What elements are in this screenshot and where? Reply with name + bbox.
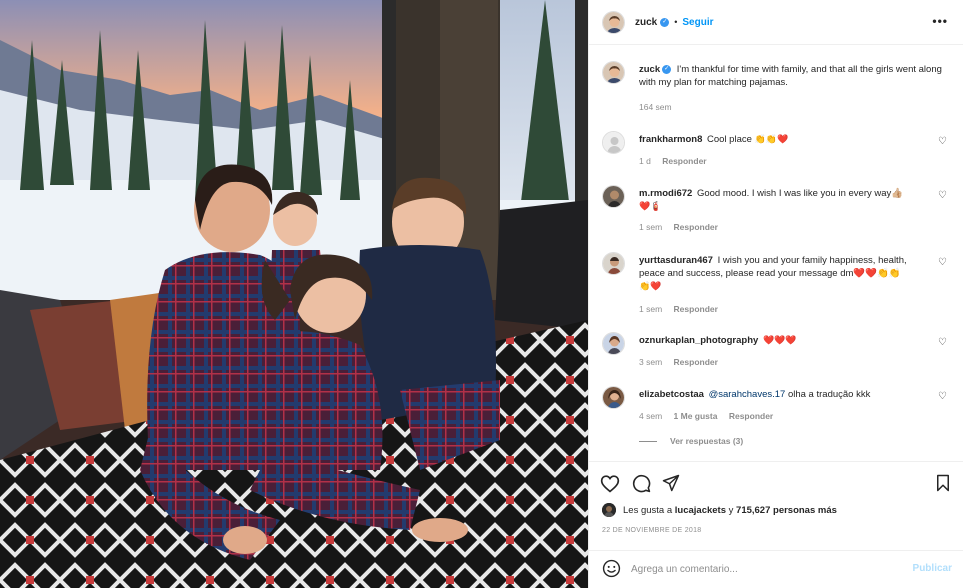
action-bar [589,461,963,503]
post-photo[interactable] [0,0,588,588]
avatar[interactable] [602,386,625,409]
like-comment-heart-icon[interactable]: ♡ [938,257,947,268]
view-replies-label: Ver respuestas (3) [670,436,744,446]
caption-text: I'm thankful for time with family, and t… [639,64,942,88]
follow-button[interactable]: Seguir [682,17,713,28]
reply-button[interactable]: Responder [729,411,773,421]
header-separator: • [674,17,678,27]
comment-emoji: 👏👏❤️ [754,134,789,144]
comment-username[interactable]: frankharmon8 [639,134,702,145]
comment-username[interactable]: yurttasduran467 [639,255,713,266]
reply-button[interactable]: Responder [674,222,718,232]
avatar[interactable] [602,332,625,355]
publish-button[interactable]: Publicar [913,563,952,574]
comment-time: 1 d [639,156,651,166]
avatar[interactable] [602,131,625,154]
author-username[interactable]: zuck [635,17,657,28]
reply-button[interactable]: Responder [674,304,718,314]
like-comment-heart-icon[interactable]: ♡ [938,190,947,201]
likes-summary: Les gusta a lucajackets y 715,627 person… [602,503,837,517]
more-icon[interactable]: ••• [932,14,948,28]
caption-time: 164 sem [639,102,672,112]
post-header: zuck ✓ • Seguir ••• [589,0,963,45]
likes-prefix: Les gusta a [623,504,673,516]
avatar[interactable] [602,185,625,208]
comment-emoji: ❤️🧯 [639,201,662,211]
comment-mention-link[interactable]: @sarahchaves.17 [709,389,786,400]
comment-username[interactable]: oznurkaplan_photography [639,335,758,346]
avatar[interactable] [602,61,625,84]
comment-time: 1 sem [639,222,663,232]
comments-list[interactable]: zuck ✓ I'm thankful for time with family,… [589,46,963,460]
comment-text: Good mood. I wish I was like you in ever… [696,188,904,199]
comment-icon[interactable] [630,472,652,494]
post-side-panel: zuck ✓ • Seguir ••• zuck ✓ I'm thankful f… [588,0,963,588]
comment-emoji: 👏❤️ [639,281,662,291]
comment-time: 1 sem [639,304,663,314]
likes-count-link[interactable]: 715,627 personas más [736,505,837,516]
comment-text: olha a tradução kkk [787,389,871,400]
like-comment-heart-icon[interactable]: ♡ [938,391,947,402]
heart-icon[interactable] [599,472,621,494]
emoji-icon[interactable] [602,559,621,581]
caption-username[interactable]: zuck [639,64,660,75]
verified-badge-icon: ✓ [660,17,670,27]
comment-time: 3 sem [639,357,663,367]
likes-user-link[interactable]: lucajackets [675,505,726,516]
avatar[interactable] [602,10,625,34]
bookmark-icon[interactable] [932,472,954,494]
comment-time: 4 sem [639,411,663,421]
add-comment-bar: Publicar [589,550,963,588]
avatar[interactable] [602,252,625,275]
verified-badge-icon: ✓ [662,64,672,74]
like-comment-heart-icon[interactable]: ♡ [938,337,947,348]
like-comment-heart-icon[interactable]: ♡ [938,136,947,147]
share-icon[interactable] [660,472,682,494]
reply-button[interactable]: Responder [674,357,718,367]
family-photo-illustration [0,0,588,588]
comment-text: Cool place [707,134,752,145]
reply-button[interactable]: Responder [662,156,706,166]
post-date: 22 DE NOVIEMBRE DE 2018 [602,527,702,534]
comment-emoji: ❤️❤️❤️ [762,335,797,345]
likes-middle: y [728,504,734,516]
comment-likes-count[interactable]: 1 Me gusta [674,411,718,421]
replies-divider [639,441,657,443]
avatar[interactable] [602,503,616,517]
caption-meta: 164 sem [639,102,681,112]
comment-input[interactable] [631,564,891,575]
comment-username[interactable]: elizabetcostaa [639,389,704,400]
comment-username[interactable]: m.rmodi672 [639,188,692,199]
view-replies-button[interactable]: Ver respuestas (3) [639,436,743,446]
